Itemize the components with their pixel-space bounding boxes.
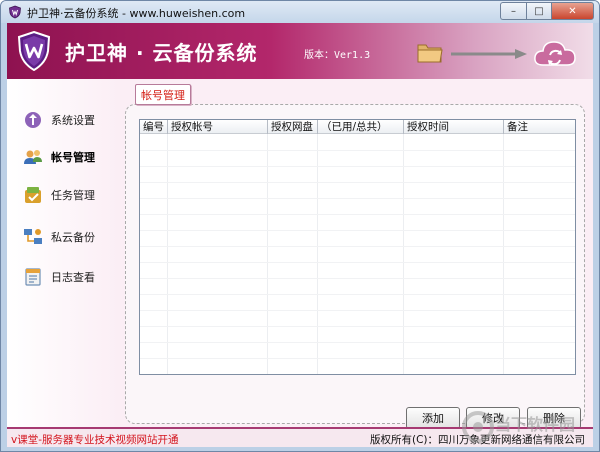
grid-line [140, 214, 575, 215]
sidebar: 系统设置 帐号管理 任务管理 私云备份 日志查看 [7, 79, 119, 429]
add-button[interactable]: 添加 [406, 407, 460, 429]
cloud-sync-icon [534, 41, 576, 66]
sidebar-item-label: 任务管理 [51, 189, 95, 202]
grid-line [403, 134, 404, 374]
main-panel: 帐号管理 编号 授权帐号 授权网盘 （已用/总共） 授权时间 备注 添加 修改 … [119, 79, 593, 429]
close-icon: ✕ [568, 5, 577, 17]
watermark-text: 当下软件园 [495, 415, 576, 434]
sidebar-item-task-management[interactable]: 任务管理 [23, 184, 95, 206]
folder-icon [417, 44, 443, 63]
sidebar-item-label: 私云备份 [51, 231, 95, 244]
tasks-icon [25, 187, 41, 203]
grid-line [140, 182, 575, 183]
table-header: 编号 授权帐号 授权网盘 （已用/总共） 授权时间 备注 [140, 120, 575, 134]
titlebar[interactable]: 护卫神·云备份系统 - www.huweishen.com – □ ✕ [1, 1, 599, 23]
grid-line [140, 358, 575, 359]
sidebar-item-label: 系统设置 [51, 114, 95, 127]
maximize-button[interactable]: □ [526, 2, 551, 20]
grid-line [140, 278, 575, 279]
column-header-remark[interactable]: 备注 [504, 120, 575, 134]
grid-line [140, 294, 575, 295]
grid-line [167, 134, 168, 374]
grid-line [140, 166, 575, 167]
column-header-usage[interactable]: （已用/总共） [318, 120, 404, 134]
grid-line [140, 198, 575, 199]
network-icon [24, 229, 42, 244]
minimize-button[interactable]: – [500, 2, 526, 20]
app-title: 护卫神 · 云备份系统 [65, 41, 258, 65]
grid-line [503, 134, 504, 374]
close-button[interactable]: ✕ [551, 2, 594, 20]
column-header-account[interactable]: 授权帐号 [168, 120, 268, 134]
grid-line [140, 230, 575, 231]
column-header-id[interactable]: 编号 [140, 120, 168, 134]
minimize-icon: – [511, 5, 516, 17]
column-header-cloud-disk[interactable]: 授权网盘 [268, 120, 318, 134]
settings-icon [25, 112, 41, 128]
log-icon [25, 268, 41, 286]
maximize-icon: □ [534, 5, 544, 17]
users-icon [24, 150, 42, 164]
app-icon [9, 5, 21, 19]
shield-logo-icon [17, 31, 51, 71]
sidebar-item-label: 日志查看 [51, 271, 95, 284]
grid-line [140, 310, 575, 311]
grid-line [317, 134, 318, 374]
promo-link[interactable]: v课堂-服务器专业技术视频网站开通 [11, 432, 179, 447]
grid-line [140, 150, 575, 151]
sidebar-item-system-settings[interactable]: 系统设置 [23, 109, 95, 131]
grid-line [267, 134, 268, 374]
tab-account-management[interactable]: 帐号管理 [135, 84, 191, 105]
arrow-right-icon [451, 49, 527, 59]
client-area: 护卫神 · 云备份系统 版本：Ver1.3 系统设置 帐号管理 任务管理 私云备… [7, 23, 593, 447]
column-header-auth-time[interactable]: 授权时间 [404, 120, 504, 134]
grid-line [140, 342, 575, 343]
header-banner: 护卫神 · 云备份系统 版本：Ver1.3 [7, 23, 593, 79]
sidebar-item-log-viewer[interactable]: 日志查看 [23, 266, 95, 288]
app-window: 护卫神·云备份系统 - www.huweishen.com – □ ✕ 护卫神 … [0, 0, 600, 452]
sidebar-item-label: 帐号管理 [51, 151, 95, 164]
grid-line [140, 326, 575, 327]
accounts-table[interactable]: 编号 授权帐号 授权网盘 （已用/总共） 授权时间 备注 [139, 119, 576, 375]
grid-line [140, 262, 575, 263]
grid-line [140, 246, 575, 247]
window-title: 护卫神·云备份系统 - www.huweishen.com [27, 7, 246, 20]
sidebar-item-account-management[interactable]: 帐号管理 [23, 146, 95, 168]
window-controls: – □ ✕ [500, 2, 594, 20]
version-label: 版本：Ver1.3 [304, 50, 371, 61]
sidebar-item-private-cloud-backup[interactable]: 私云备份 [23, 226, 95, 248]
